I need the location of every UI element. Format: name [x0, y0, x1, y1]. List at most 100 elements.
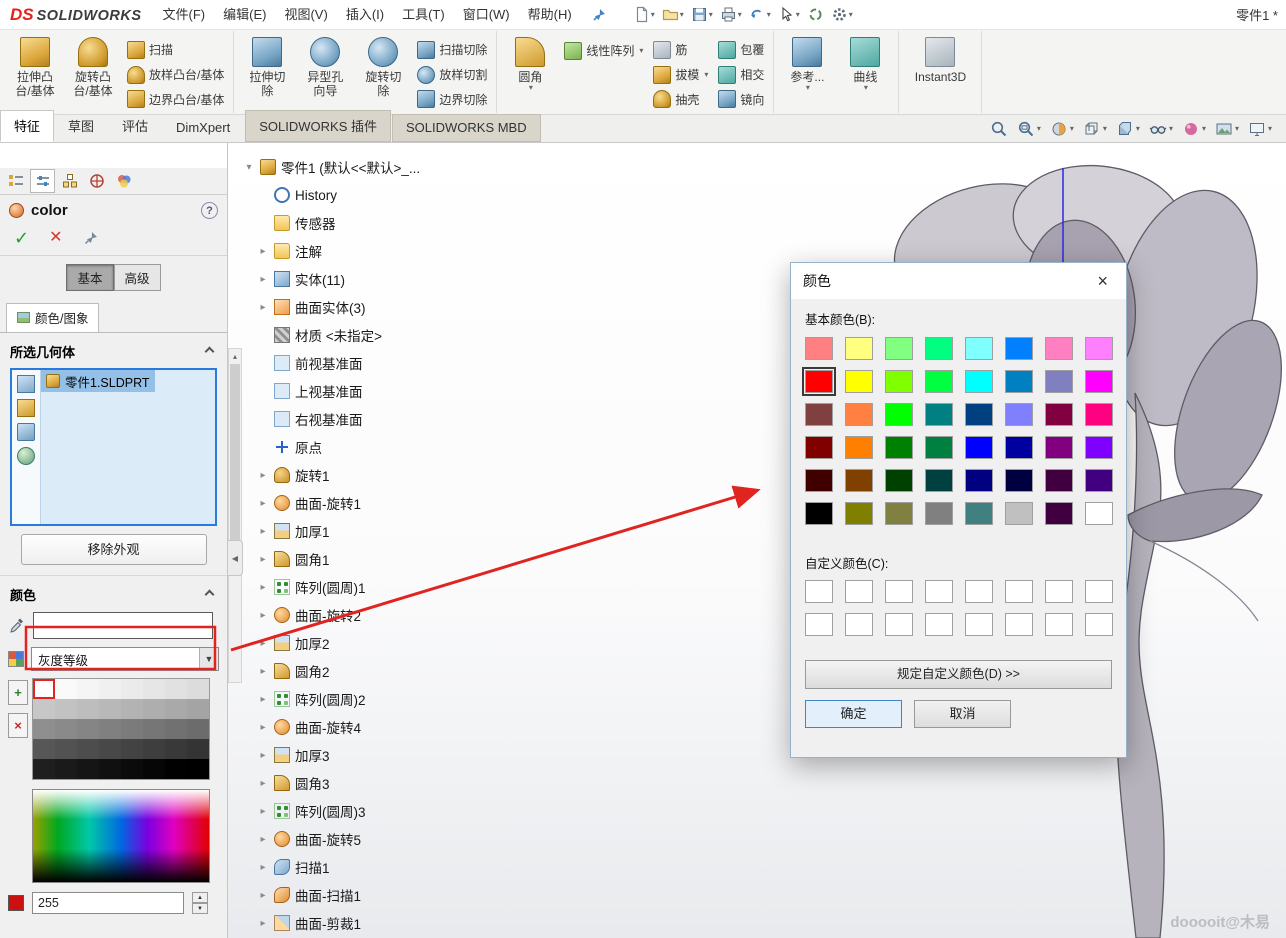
grayscale-swatch[interactable]: [143, 679, 165, 699]
swept-boss-button[interactable]: 扫描: [123, 38, 228, 62]
grayscale-swatch[interactable]: [99, 699, 121, 719]
expander-icon[interactable]: ▸: [257, 666, 269, 677]
expander-icon[interactable]: ▸: [257, 470, 269, 481]
custom-color-swatch[interactable]: [965, 580, 993, 603]
help-icon[interactable]: ?: [201, 202, 218, 219]
property-manager-tab-icon[interactable]: [30, 169, 55, 193]
selected-geometry-item[interactable]: 零件1.SLDPRT: [41, 370, 155, 392]
tree-item-plane[interactable]: 上视基准面: [243, 377, 493, 405]
expander-icon[interactable]: ▸: [257, 862, 269, 873]
options-gear-icon[interactable]: ▾: [829, 4, 855, 25]
basic-color-swatch[interactable]: [805, 337, 833, 360]
basic-color-swatch[interactable]: [885, 502, 913, 525]
swept-cut-button[interactable]: 扫描切除: [413, 38, 491, 62]
expander-icon[interactable]: ▸: [257, 778, 269, 789]
collapse-section-icon[interactable]: [204, 589, 215, 600]
tab-dimxpert[interactable]: DimXpert: [162, 114, 244, 142]
basic-color-swatch[interactable]: [805, 502, 833, 525]
basic-color-swatch[interactable]: [965, 502, 993, 525]
tree-item-surface-revolve[interactable]: ▸ 曲面-旋转5: [243, 825, 493, 853]
rebuild-icon[interactable]: [805, 4, 826, 25]
basic-color-swatch[interactable]: [885, 370, 913, 393]
basic-color-swatch[interactable]: [845, 403, 873, 426]
display-style-icon[interactable]: ▾: [1116, 120, 1140, 138]
tree-item-thicken[interactable]: ▸ 加厚2: [243, 629, 493, 657]
geometry-list[interactable]: 零件1.SLDPRT: [41, 370, 155, 524]
basic-color-swatch[interactable]: [885, 436, 913, 459]
grayscale-swatch[interactable]: [143, 719, 165, 739]
filter-surface-body-icon[interactable]: [17, 423, 35, 441]
grayscale-swatch[interactable]: [99, 739, 121, 759]
basic-color-swatch[interactable]: [925, 469, 953, 492]
custom-color-swatch[interactable]: [965, 613, 993, 636]
expander-icon[interactable]: ▸: [257, 526, 269, 537]
zoom-area-icon[interactable]: ▾: [1017, 120, 1041, 138]
basic-color-swatch[interactable]: [1085, 370, 1113, 393]
tab-addins[interactable]: SOLIDWORKS 插件: [245, 110, 391, 142]
menu-help[interactable]: 帮助(H): [519, 0, 581, 29]
lofted-boss-button[interactable]: 放样凸台/基体: [123, 63, 228, 87]
eyedropper-icon[interactable]: [8, 617, 26, 635]
define-custom-colors-button[interactable]: 规定自定义颜色(D) >>: [805, 660, 1112, 689]
grayscale-swatch[interactable]: [55, 699, 77, 719]
draft-button[interactable]: 拔模 ▾: [649, 63, 712, 87]
grayscale-swatch[interactable]: [187, 699, 209, 719]
grayscale-swatch[interactable]: [77, 699, 99, 719]
pin-menu-icon[interactable]: [591, 7, 607, 23]
tree-item-surface-folder[interactable]: ▸ 曲面实体(3): [243, 293, 493, 321]
boundary-boss-button[interactable]: 边界凸台/基体: [123, 87, 228, 111]
grayscale-swatch[interactable]: [55, 719, 77, 739]
tree-item-surface-trim[interactable]: ▸ 曲面-剪裁1: [243, 909, 493, 937]
expander-icon[interactable]: ▸: [257, 890, 269, 901]
instant3d-button[interactable]: Instant3D: [904, 33, 976, 111]
tree-item-circular-pattern[interactable]: ▸ 阵列(圆周)3: [243, 797, 493, 825]
tree-item-thicken[interactable]: ▸ 加厚3: [243, 741, 493, 769]
grayscale-swatch[interactable]: [187, 719, 209, 739]
color-image-tab[interactable]: 颜色/图象: [6, 303, 100, 332]
basic-color-swatch[interactable]: [925, 502, 953, 525]
selected-geometry-box[interactable]: 零件1.SLDPRT: [10, 368, 217, 526]
tree-root-part[interactable]: ▾ 零件1 (默认<<默认>_...: [243, 153, 493, 181]
grayscale-swatch[interactable]: [143, 699, 165, 719]
linear-pattern-button[interactable]: 线性阵列 ▾: [560, 38, 647, 63]
dimxpert-manager-tab-icon[interactable]: [84, 169, 109, 193]
basic-color-swatch[interactable]: [1085, 337, 1113, 360]
expander-icon[interactable]: ▸: [257, 750, 269, 761]
cancel-button[interactable]: 取消: [914, 700, 1011, 728]
new-document-icon[interactable]: ▾: [631, 4, 657, 25]
filter-face-icon[interactable]: [17, 399, 35, 417]
expander-icon[interactable]: ▸: [257, 722, 269, 733]
tree-item-origin[interactable]: 原点: [243, 433, 493, 461]
expander-icon[interactable]: ▸: [257, 638, 269, 649]
view-orientation-icon[interactable]: ▾: [1083, 120, 1107, 138]
grayscale-swatch[interactable]: [77, 739, 99, 759]
expander-icon[interactable]: ▸: [257, 302, 269, 313]
reference-geometry-button[interactable]: 参考... ▾: [779, 33, 835, 111]
grayscale-swatch[interactable]: [33, 759, 55, 779]
panel-scrollbar[interactable]: ▴: [228, 348, 242, 683]
basic-color-swatch[interactable]: [845, 337, 873, 360]
basic-color-swatch[interactable]: [965, 436, 993, 459]
basic-color-swatch[interactable]: [965, 403, 993, 426]
add-swatch-icon[interactable]: +: [8, 680, 28, 705]
basic-color-swatch[interactable]: [925, 436, 953, 459]
grayscale-swatch[interactable]: [187, 739, 209, 759]
remove-appearance-button[interactable]: 移除外观: [20, 534, 207, 565]
custom-color-swatch[interactable]: [925, 613, 953, 636]
spin-down-icon[interactable]: ▼: [192, 903, 208, 914]
print-icon[interactable]: ▾: [718, 4, 744, 25]
custom-color-swatch[interactable]: [1005, 580, 1033, 603]
spin-up-icon[interactable]: ▲: [192, 892, 208, 903]
basic-color-swatch[interactable]: [1005, 337, 1033, 360]
tree-item-history[interactable]: History: [243, 181, 493, 209]
tree-item-circular-pattern[interactable]: ▸ 阵列(圆周)1: [243, 573, 493, 601]
tree-item-surface-revolve[interactable]: ▸ 曲面-旋转2: [243, 601, 493, 629]
rgb-value-input[interactable]: 255: [32, 892, 184, 914]
tab-evaluate[interactable]: 评估: [108, 110, 162, 142]
undo-icon[interactable]: ▾: [747, 4, 773, 25]
menu-insert[interactable]: 插入(I): [337, 0, 393, 29]
basic-color-swatch[interactable]: [1045, 502, 1073, 525]
tree-item-solid-folder[interactable]: ▸ 实体(11): [243, 265, 493, 293]
basic-color-swatch[interactable]: [885, 469, 913, 492]
grayscale-swatch[interactable]: [33, 699, 55, 719]
